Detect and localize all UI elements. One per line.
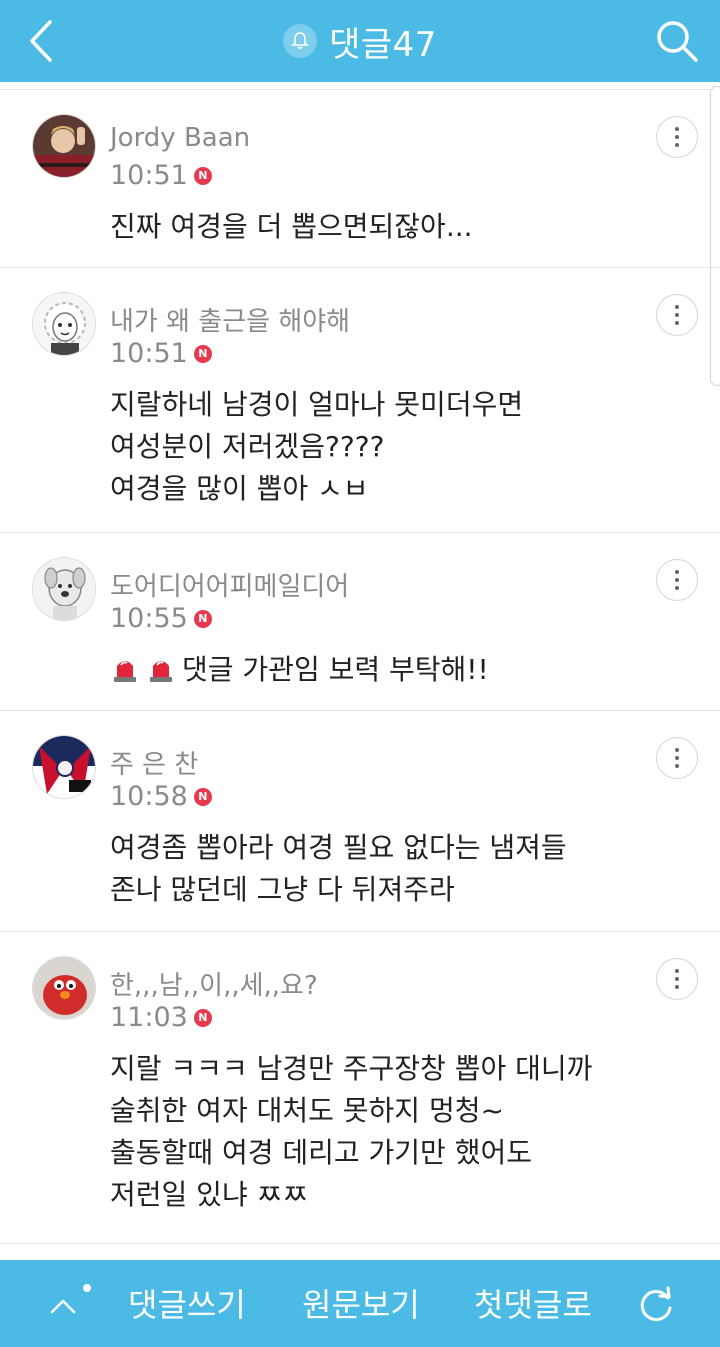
comment-meta: 10:51 N bbox=[110, 160, 212, 191]
comment-line: 여경좀 뽑아라 여경 필요 없다는 냄져들 bbox=[110, 831, 567, 864]
search-button[interactable] bbox=[652, 16, 702, 66]
comment-time: 10:58 bbox=[110, 781, 188, 812]
siren-icon bbox=[150, 661, 172, 682]
comment-line: 댓글 가관임 보력 부탁해!! bbox=[110, 649, 690, 691]
more-vertical-icon bbox=[675, 305, 679, 309]
comment-line: 출동할때 여경 데리고 가기만 했어도 bbox=[110, 1136, 533, 1169]
comment-author[interactable]: 한,,,남,,이,,세,,요? bbox=[110, 965, 318, 1002]
more-options-button[interactable] bbox=[656, 116, 698, 158]
user-photo-avatar[interactable] bbox=[32, 114, 96, 178]
chevron-up-icon bbox=[50, 1284, 91, 1314]
header-title-group: 댓글47 bbox=[0, 0, 720, 82]
refresh-icon bbox=[640, 1286, 672, 1322]
comment-line: 지랄하네 남경이 얼마나 못미더우면 bbox=[110, 388, 524, 421]
comment-author[interactable]: 주 은 찬 bbox=[110, 744, 198, 781]
comment-meta: 10:58 N bbox=[110, 781, 212, 812]
more-options-button[interactable] bbox=[656, 958, 698, 1000]
comment-body: 여경좀 뽑아라 여경 필요 없다는 냄져들 존나 많던데 그냥 다 뒤져주라 bbox=[110, 827, 690, 911]
comment-time: 10:51 bbox=[110, 160, 188, 191]
comment-author[interactable]: 내가 왜 출근을 해야해 bbox=[110, 301, 350, 338]
more-vertical-icon bbox=[675, 748, 679, 752]
comment-line: 지랄 ㅋㅋㅋ 남경만 주구장창 뽑아 대니까 bbox=[110, 1052, 593, 1085]
comment-item: 내가 왜 출근을 해야해 10:51 N 지랄하네 남경이 얼마나 못미더우면 … bbox=[0, 268, 720, 533]
comment-meta: 10:51 N bbox=[110, 338, 212, 369]
cartoon-dog-avatar[interactable] bbox=[32, 557, 96, 621]
new-badge: N bbox=[193, 609, 212, 628]
comment-time: 10:55 bbox=[110, 603, 188, 634]
scroll-top-button[interactable] bbox=[46, 1282, 96, 1326]
more-options-button[interactable] bbox=[656, 559, 698, 601]
more-vertical-icon bbox=[675, 127, 679, 131]
comment-meta: 10:55 N bbox=[110, 603, 212, 634]
bell-icon[interactable] bbox=[283, 24, 318, 58]
siren-icon bbox=[114, 661, 136, 682]
page-title: 댓글47 bbox=[329, 24, 437, 65]
comment-time: 11:03 bbox=[110, 1002, 188, 1033]
bottom-bar: 댓글쓰기 원문보기 첫댓글로 bbox=[0, 1260, 720, 1347]
comment-body: 지랄 ㅋㅋㅋ 남경만 주구장창 뽑아 대니까 술취한 여자 대처도 못하지 멍청… bbox=[110, 1048, 690, 1216]
comment-line: 술취한 여자 대처도 못하지 멍청~ bbox=[110, 1094, 504, 1127]
sports-logo-avatar[interactable] bbox=[32, 735, 96, 799]
comment-time: 10:51 bbox=[110, 338, 188, 369]
comment-line: 여성분이 저러겠음???? bbox=[110, 430, 385, 463]
comment-body: 댓글 가관임 보력 부탁해!! bbox=[110, 649, 690, 691]
comment-text: 댓글 가관임 보력 부탁해!! bbox=[182, 653, 489, 686]
comment-line: 존나 많던데 그냥 다 뒤져주라 bbox=[110, 873, 455, 906]
list-divider bbox=[0, 82, 720, 90]
write-comment-button[interactable]: 댓글쓰기 bbox=[128, 1280, 246, 1326]
comment-item: 주 은 찬 10:58 N 여경좀 뽑아라 여경 필요 없다는 냄져들 존나 많… bbox=[0, 711, 720, 932]
comment-item: 도어디어어피메일디어 10:55 N 댓글 가관임 보력 부탁해!! bbox=[0, 533, 720, 711]
refresh-button[interactable] bbox=[636, 1284, 676, 1324]
top-bar: 댓글47 bbox=[0, 0, 720, 82]
more-vertical-icon bbox=[675, 969, 679, 973]
comment-author[interactable]: 도어디어어피메일디어 bbox=[110, 566, 349, 603]
more-options-button[interactable] bbox=[656, 294, 698, 336]
comment-body: 진짜 여경을 더 뽑으면되잖아... bbox=[110, 206, 690, 248]
new-badge: N bbox=[193, 1008, 212, 1027]
comment-item: Jordy Baan 10:51 N 진짜 여경을 더 뽑으면되잖아... bbox=[0, 90, 720, 268]
comment-meta: 11:03 N bbox=[110, 1002, 212, 1033]
comment-author[interactable]: Jordy Baan bbox=[110, 123, 250, 153]
more-vertical-icon bbox=[675, 570, 679, 574]
comment-body: 지랄하네 남경이 얼마나 못미더우면 여성분이 저러겠음???? 여경을 많이 … bbox=[110, 384, 690, 510]
new-badge: N bbox=[193, 344, 212, 363]
new-badge: N bbox=[193, 787, 212, 806]
search-icon bbox=[657, 21, 698, 62]
view-original-button[interactable]: 원문보기 bbox=[302, 1280, 420, 1326]
red-plush-avatar[interactable] bbox=[32, 956, 96, 1020]
cartoon-sheep-avatar[interactable] bbox=[32, 292, 96, 356]
first-comment-button[interactable]: 첫댓글로 bbox=[474, 1280, 592, 1326]
new-badge: N bbox=[193, 166, 212, 185]
comment-list[interactable]: Jordy Baan 10:51 N 진짜 여경을 더 뽑으면되잖아... 내가… bbox=[0, 82, 720, 1260]
more-options-button[interactable] bbox=[656, 737, 698, 779]
comment-line: 진짜 여경을 더 뽑으면되잖아... bbox=[110, 210, 473, 243]
comment-line: 저런일 있냐 ㅉㅉ bbox=[110, 1178, 309, 1211]
comment-line: 여경을 많이 뽑아 ㅅㅂ bbox=[110, 472, 369, 505]
comment-item: 한,,,남,,이,,세,,요? 11:03 N 지랄 ㅋㅋㅋ 남경만 주구장창 … bbox=[0, 932, 720, 1244]
